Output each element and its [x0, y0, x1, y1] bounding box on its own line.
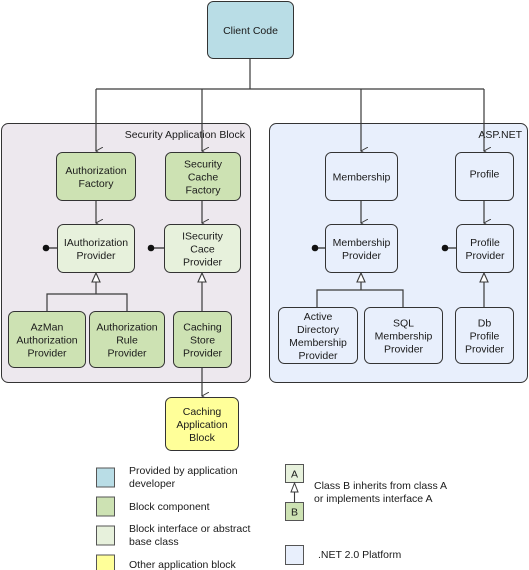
profile-label: Profile [470, 169, 500, 181]
authorization-factory-box: Authorization Factory [56, 152, 136, 201]
aspnet-container-label: ASP.NET [478, 129, 522, 141]
client-code-label: Client Code [223, 25, 278, 37]
caching-store-provider-box: Caching Store Provider [173, 311, 232, 368]
legend-swatch [285, 545, 304, 565]
membership-label: Membership [333, 172, 391, 184]
azman-provider-box: AzMan Authorization Provider [8, 311, 86, 368]
legend-item-block-component: Block component [96, 496, 210, 517]
caching-application-block-box: Caching Application Block [165, 397, 239, 451]
security-cache-factory-label: Security Cache Factory [184, 159, 223, 197]
legend-label: Block interface or abstract base class [129, 523, 250, 548]
db-profile-provider-box: Db Profile Provider [455, 307, 514, 364]
profile-provider-label: Profile Provider [465, 237, 505, 262]
legend-class-a-label: A [291, 469, 298, 481]
legend-swatch [96, 554, 115, 570]
security-cache-factory-box: Security Cache Factory [165, 152, 241, 201]
legend-inherit-triangle [290, 481, 299, 493]
legend-swatch [96, 467, 115, 488]
legend-label: .NET 2.0 Platform [318, 549, 402, 561]
iauthorization-provider-box: IAuthorization Provider [57, 224, 135, 273]
client-code-box: Client Code [207, 1, 294, 59]
legend-item-developer: Provided by application developer [96, 465, 238, 490]
legend-label: Block component [129, 501, 210, 513]
profile-box: Profile [455, 152, 514, 201]
profile-provider-box: Profile Provider [456, 224, 514, 273]
active-directory-provider-box: Active Directory Membership Provider [278, 307, 358, 364]
legend-label: Provided by application developer [129, 465, 238, 490]
membership-box: Membership [325, 152, 398, 201]
legend-swatch [96, 525, 115, 546]
security-container-label: Security Application Block [125, 129, 246, 141]
legend-inherit-text: Class B inherits from class Aor implemen… [314, 480, 447, 505]
legend: Provided by application developer Block co… [96, 464, 447, 570]
sql-membership-provider-box: SQL Membership Provider [364, 307, 443, 364]
legend-swatch [96, 496, 115, 517]
legend-class-b-label: B [291, 507, 298, 519]
legend-item-block-interface: Block interface or abstract base class [96, 523, 250, 548]
membership-provider-box: Membership Provider [325, 224, 398, 273]
legend-label: Other application block [129, 559, 237, 570]
authorization-rule-provider-box: Authorization Rule Provider [89, 311, 165, 368]
isecurity-cache-provider-box: ISecurity Cace Provider [164, 224, 241, 273]
legend-item-platform: .NET 2.0 Platform [285, 545, 402, 565]
legend-item-other-block: Other application block [96, 554, 237, 570]
architecture-diagram: Security Application Block ASP.NET Clien… [1, 1, 528, 570]
legend-item-inheritance: A B Class B inherits from class Aor implem… [285, 464, 447, 521]
